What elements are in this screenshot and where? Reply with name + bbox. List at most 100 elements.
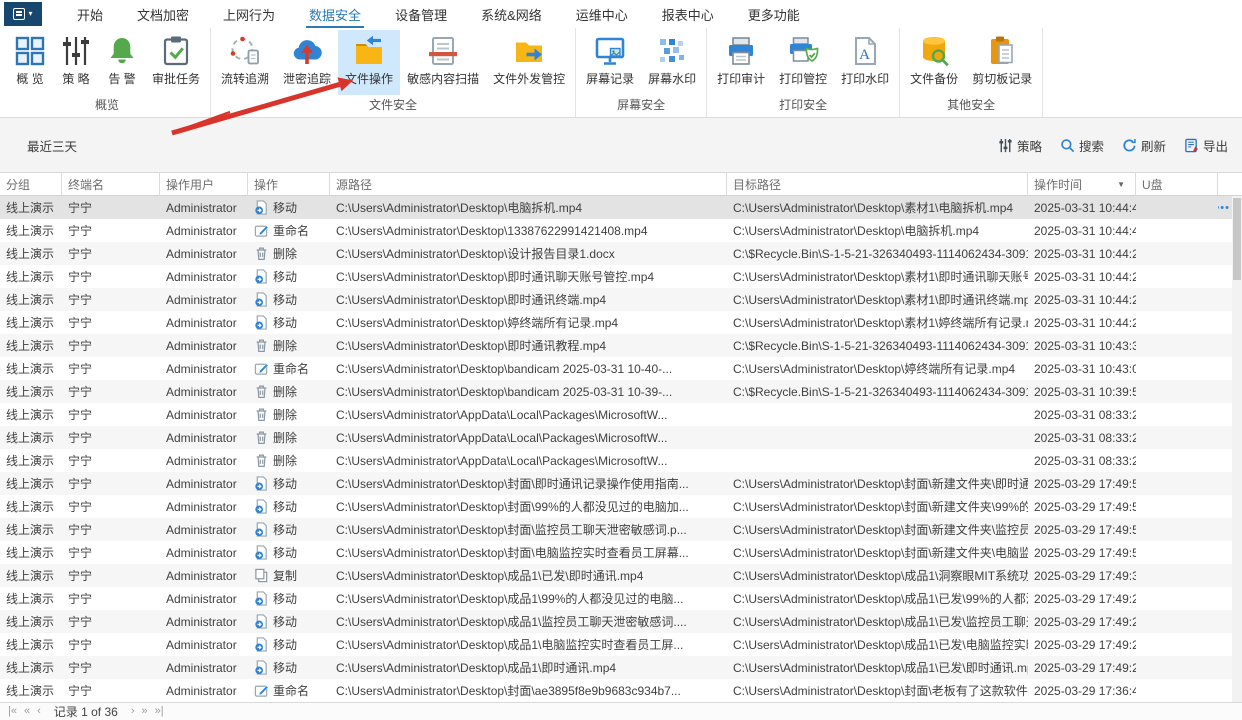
ribbon-button-1-1[interactable]: 泄密追踪: [276, 30, 338, 95]
table-row[interactable]: 线上演示宁宁Administrator移动C:\Users\Administra…: [0, 196, 1242, 219]
table-row[interactable]: 线上演示宁宁Administrator移动C:\Users\Administra…: [0, 587, 1242, 610]
table-row[interactable]: 线上演示宁宁Administrator移动C:\Users\Administra…: [0, 541, 1242, 564]
menu-tab-0[interactable]: 开始: [60, 0, 120, 28]
table-row[interactable]: 线上演示宁宁Administrator移动C:\Users\Administra…: [0, 633, 1242, 656]
cell-user: Administrator: [160, 426, 248, 449]
ribbon-button-3-2[interactable]: A打印水印: [834, 30, 896, 95]
date-filter-button[interactable]: 最近三天: [22, 136, 77, 155]
table-row[interactable]: 线上演示宁宁Administrator移动C:\Users\Administra…: [0, 518, 1242, 541]
cell-src-text: C:\Users\Administrator\Desktop\bandicam …: [336, 385, 672, 399]
cell-src: C:\Users\Administrator\Desktop\封面\99%的人都…: [330, 495, 727, 518]
ribbon-button-1-0[interactable]: 流转追溯: [214, 30, 276, 95]
scrollbar-thumb[interactable]: [1233, 198, 1241, 280]
table-row[interactable]: 线上演示宁宁Administrator移动C:\Users\Administra…: [0, 472, 1242, 495]
table-row[interactable]: 线上演示宁宁Administrator移动C:\Users\Administra…: [0, 311, 1242, 334]
table-row[interactable]: 线上演示宁宁Administrator删除C:\Users\Administra…: [0, 449, 1242, 472]
row-more-actions-button[interactable]: •••: [1218, 202, 1230, 214]
pager-next-page-button[interactable]: »: [142, 706, 148, 717]
pager-first-button[interactable]: |«: [8, 706, 17, 717]
cell-time-text: 2025-03-31 10:43:38: [1034, 339, 1136, 353]
table-row[interactable]: 线上演示宁宁Administrator移动C:\Users\Administra…: [0, 265, 1242, 288]
ribbon-button-3-0[interactable]: 打印审计: [710, 30, 772, 95]
menu-tab-4[interactable]: 设备管理: [378, 0, 464, 28]
table-row[interactable]: 线上演示宁宁Administrator移动C:\Users\Administra…: [0, 610, 1242, 633]
cell-terminal: 宁宁: [62, 219, 160, 242]
move-icon: [254, 269, 269, 284]
column-header-label: U盘: [1142, 176, 1163, 193]
ribbon-button-4-1[interactable]: 剪切板记录: [965, 30, 1039, 95]
menu-tab-1[interactable]: 文档加密: [120, 0, 206, 28]
column-header-5[interactable]: 目标路径: [727, 173, 1028, 195]
cell-op: 移动: [248, 541, 330, 564]
cell-usb: [1136, 196, 1218, 219]
table-row[interactable]: 线上演示宁宁Administrator删除C:\Users\Administra…: [0, 426, 1242, 449]
table-row[interactable]: 线上演示宁宁Administrator复制C:\Users\Administra…: [0, 564, 1242, 587]
cell-op: 删除: [248, 426, 330, 449]
cell-group-text: 线上演示: [6, 199, 54, 216]
vertical-scrollbar[interactable]: [1232, 196, 1242, 702]
cell-group-text: 线上演示: [6, 682, 54, 699]
toolbar-action-2[interactable]: 刷新: [1122, 136, 1166, 155]
pager-prev-button[interactable]: ‹: [37, 706, 41, 717]
ribbon-button-0-2[interactable]: 告 警: [99, 30, 145, 95]
ribbon-button-1-4[interactable]: 文件外发管控: [486, 30, 572, 95]
ribbon-button-0-0[interactable]: 概 览: [7, 30, 53, 95]
cell-user: Administrator: [160, 656, 248, 679]
ribbon-button-0-1[interactable]: 策 略: [53, 30, 99, 95]
column-header-0[interactable]: 分组: [0, 173, 62, 195]
table-row[interactable]: 线上演示宁宁Administrator删除C:\Users\Administra…: [0, 242, 1242, 265]
column-header-4[interactable]: 源路径: [330, 173, 727, 195]
toolbar-action-1[interactable]: 搜索: [1060, 136, 1104, 155]
ribbon-button-label: 文件操作: [345, 70, 393, 87]
cell-src-text: C:\Users\Administrator\Desktop\bandicam …: [336, 362, 672, 376]
pager-next-button[interactable]: ›: [131, 706, 135, 717]
table-row[interactable]: 线上演示宁宁Administrator重命名C:\Users\Administr…: [0, 219, 1242, 242]
table-row[interactable]: 线上演示宁宁Administrator重命名C:\Users\Administr…: [0, 679, 1242, 702]
column-header-1[interactable]: 终端名: [62, 173, 160, 195]
ribbon-button-2-1[interactable]: 屏幕水印: [641, 30, 703, 95]
table-row[interactable]: 线上演示宁宁Administrator移动C:\Users\Administra…: [0, 288, 1242, 311]
toolbar-action-0[interactable]: 策略: [998, 136, 1042, 155]
menu-tab-5[interactable]: 系统&网络: [464, 0, 559, 28]
ribbon-button-1-2[interactable]: 文件操作: [338, 30, 400, 95]
ribbon-button-2-0[interactable]: 屏幕记录: [579, 30, 641, 95]
menu-tab-3[interactable]: 数据安全: [292, 0, 378, 28]
column-header-2[interactable]: 操作用户: [160, 173, 248, 195]
cell-op-text: 删除: [273, 383, 297, 400]
table-row[interactable]: 线上演示宁宁Administrator删除C:\Users\Administra…: [0, 334, 1242, 357]
cell-op-text: 移动: [273, 475, 297, 492]
column-header-6[interactable]: 操作时间▼: [1028, 173, 1136, 195]
table-row[interactable]: 线上演示宁宁Administrator移动C:\Users\Administra…: [0, 495, 1242, 518]
pager-last-button[interactable]: »|: [155, 706, 164, 717]
cell-terminal-text: 宁宁: [68, 682, 92, 699]
toolbar-action-3[interactable]: 导出: [1184, 136, 1228, 155]
menu-tab-2[interactable]: 上网行为: [206, 0, 292, 28]
ribbon-button-4-0[interactable]: 文件备份: [903, 30, 965, 95]
ribbon-button-label: 文件备份: [910, 70, 958, 87]
cell-dst: C:\Users\Administrator\Desktop\素材1\即时通讯终…: [727, 288, 1028, 311]
menu-tab-8[interactable]: 更多功能: [731, 0, 817, 28]
ribbon-button-0-3[interactable]: 审批任务: [145, 30, 207, 95]
table-row[interactable]: 线上演示宁宁Administrator删除C:\Users\Administra…: [0, 403, 1242, 426]
ribbon-button-1-3[interactable]: 敏感内容扫描: [400, 30, 486, 95]
pager-prev-page-button[interactable]: «: [24, 706, 30, 717]
cell-user-text: Administrator: [166, 454, 237, 468]
menu-tab-7[interactable]: 报表中心: [645, 0, 731, 28]
cell-group-text: 线上演示: [6, 521, 54, 538]
table-row[interactable]: 线上演示宁宁Administrator移动C:\Users\Administra…: [0, 656, 1242, 679]
cell-dst: C:\Users\Administrator\Desktop\封面\老板有了这款…: [727, 679, 1028, 702]
column-header-3[interactable]: 操作: [248, 173, 330, 195]
column-header-7[interactable]: U盘: [1136, 173, 1218, 195]
file-outgoing-icon: [513, 35, 545, 67]
cell-src: C:\Users\Administrator\AppData\Local\Pac…: [330, 449, 727, 472]
menu-tab-6[interactable]: 运维中心: [559, 0, 645, 28]
cell-op-text: 移动: [273, 199, 297, 216]
ribbon-button-3-1[interactable]: 打印管控: [772, 30, 834, 95]
table-row[interactable]: 线上演示宁宁Administrator重命名C:\Users\Administr…: [0, 357, 1242, 380]
cell-terminal-text: 宁宁: [68, 452, 92, 469]
policy-sliders-icon: [60, 35, 92, 67]
table-row[interactable]: 线上演示宁宁Administrator删除C:\Users\Administra…: [0, 380, 1242, 403]
app-menu-button[interactable]: ▾: [4, 2, 42, 26]
cell-src-text: C:\Users\Administrator\Desktop\婷终端所有记录.m…: [336, 314, 618, 331]
cell-time: 2025-03-29 17:49:55: [1028, 518, 1136, 541]
